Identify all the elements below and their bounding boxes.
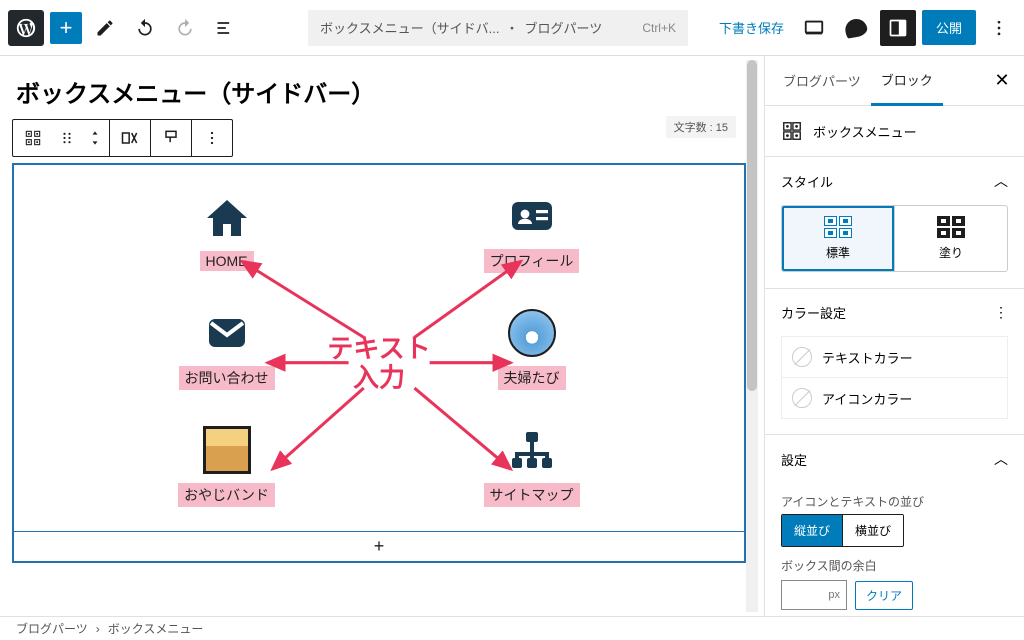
band-photo-icon: [200, 423, 254, 477]
tab-blogparts[interactable]: ブログパーツ: [773, 57, 871, 104]
block-name-label: ボックスメニュー: [813, 122, 917, 141]
panel-color-header[interactable]: カラー設定⋮: [765, 289, 1024, 336]
style-option-fill[interactable]: 塗り: [895, 206, 1007, 271]
align-icon[interactable]: [110, 120, 150, 156]
block-identity: ボックスメニュー: [765, 106, 1024, 157]
list-view-icon[interactable]: [208, 11, 242, 45]
sidebar-tabs: ブログパーツ ブロック ✕: [765, 56, 1024, 106]
layout-label: アイコンとテキストの並び: [781, 493, 1008, 510]
block-type-icon[interactable]: [13, 120, 53, 156]
box-item-contact[interactable]: お問い合わせ: [74, 290, 379, 407]
layout-vertical-button[interactable]: 縦並び: [782, 515, 843, 546]
canvas-scrollbar[interactable]: [746, 60, 758, 612]
box-item-label: プロフィール: [484, 249, 580, 273]
preview-icon[interactable]: [796, 10, 832, 46]
gap-input[interactable]: [781, 580, 847, 610]
redo-icon[interactable]: [168, 11, 202, 45]
breadcrumb-item[interactable]: ブログパーツ: [16, 620, 88, 637]
breadcrumb-item[interactable]: ボックスメニュー: [108, 620, 204, 637]
box-item-label: HOME: [200, 251, 254, 271]
close-sidebar-icon[interactable]: ✕: [988, 67, 1016, 95]
home-icon: [200, 191, 254, 245]
block-more-icon[interactable]: [192, 120, 232, 156]
travel-photo-icon: [505, 306, 559, 360]
shortcut-hint: Ctrl+K: [642, 21, 676, 35]
box-item-label: おやじバンド: [178, 483, 275, 507]
block-appender[interactable]: +: [14, 531, 744, 561]
document-title-bar[interactable]: ボックスメニュー（サイドバ... ・ ブログパーツ Ctrl+K: [308, 10, 688, 46]
empty-swatch-icon: [792, 388, 812, 408]
chevron-up-icon: ︿: [994, 449, 1008, 469]
box-item-label: 夫婦たび: [498, 366, 566, 390]
box-menu-block[interactable]: HOME プロフィール お問い合わせ 夫婦たび おやじバンド: [12, 163, 746, 563]
chevron-up-icon: ︿: [994, 171, 1008, 191]
mail-icon: [200, 306, 254, 360]
move-arrows-icon[interactable]: [81, 120, 109, 156]
style-brush-icon[interactable]: [151, 120, 191, 156]
add-block-button[interactable]: +: [50, 12, 82, 44]
breadcrumb: ブログパーツ › ボックスメニュー: [0, 616, 1024, 640]
tab-block[interactable]: ブロック: [871, 56, 943, 106]
icon-color-setting[interactable]: アイコンカラー: [781, 377, 1008, 419]
settings-sidebar: ブログパーツ ブロック ✕ ボックスメニュー スタイル︿ 標準 塗: [764, 56, 1024, 616]
layout-toggle: 縦並び 横並び: [781, 514, 904, 547]
clear-button[interactable]: クリア: [855, 581, 913, 610]
drag-handle-icon[interactable]: [53, 120, 81, 156]
top-toolbar: + ボックスメニュー（サイドバ... ・ ブログパーツ Ctrl+K 下書き保存…: [0, 0, 1024, 56]
settings-sidebar-toggle[interactable]: [880, 10, 916, 46]
box-item-sitemap[interactable]: サイトマップ: [379, 406, 684, 523]
more-menu-icon[interactable]: [982, 11, 1016, 45]
editor-canvas: ボックスメニュー（サイドバー） 文字数 : 15 HOME プロフィール: [0, 56, 764, 616]
box-item-label: サイトマップ: [484, 483, 580, 507]
panel-style-header[interactable]: スタイル︿: [765, 157, 1024, 205]
sitemap-icon: [505, 423, 559, 477]
undo-icon[interactable]: [128, 11, 162, 45]
text-color-setting[interactable]: テキストカラー: [781, 336, 1008, 378]
page-title[interactable]: ボックスメニュー（サイドバー）: [16, 74, 746, 109]
layout-horizontal-button[interactable]: 横並び: [843, 515, 903, 546]
doc-title-text: ボックスメニュー（サイドバ...: [320, 18, 499, 37]
box-item-profile[interactable]: プロフィール: [379, 173, 684, 290]
box-menu-icon: [781, 120, 803, 142]
theme-icon[interactable]: [838, 10, 874, 46]
gap-label: ボックス間の余白: [781, 557, 1008, 574]
edit-mode-icon[interactable]: [88, 11, 122, 45]
save-draft-link[interactable]: 下書き保存: [719, 18, 784, 37]
box-item-band[interactable]: おやじバンド: [74, 406, 379, 523]
wordpress-logo[interactable]: [8, 10, 44, 46]
character-count: 文字数 : 15: [666, 116, 736, 138]
style-option-standard[interactable]: 標準: [782, 206, 895, 271]
block-toolbar: [12, 119, 233, 157]
profile-card-icon: [505, 189, 559, 243]
publish-button[interactable]: 公開: [922, 10, 976, 45]
box-item-home[interactable]: HOME: [74, 173, 379, 290]
panel-settings-header[interactable]: 設定︿: [765, 435, 1024, 483]
box-item-label: お問い合わせ: [179, 366, 275, 390]
box-item-travel[interactable]: 夫婦たび: [379, 290, 684, 407]
empty-swatch-icon: [792, 347, 812, 367]
more-vert-icon[interactable]: ⋮: [994, 304, 1008, 321]
